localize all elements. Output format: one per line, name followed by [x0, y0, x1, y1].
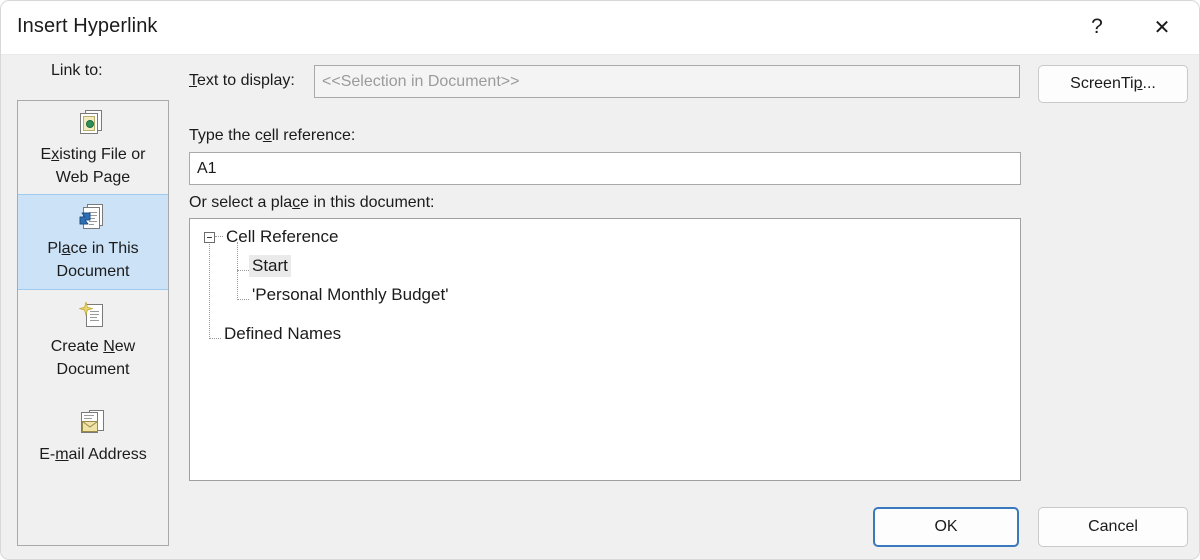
tree-connector-line — [209, 338, 221, 339]
text-to-display-label: Text to display: — [189, 72, 295, 89]
cell-reference-input[interactable] — [189, 152, 1021, 185]
sidebar-item-label: E-mail Address — [39, 446, 147, 463]
tree-connector-line — [209, 242, 210, 339]
sidebar-item-e-mail-address[interactable]: E-mail Address — [18, 401, 168, 475]
link-to-rail: Existing File or Web Page Place in This … — [17, 100, 169, 546]
tree-connector-line — [237, 242, 238, 300]
insert-hyperlink-dialog: Insert Hyperlink ? ✕ Link to: Existing F… — [0, 0, 1200, 560]
close-icon[interactable]: ✕ — [1135, 1, 1189, 53]
cancel-button[interactable]: Cancel — [1038, 507, 1188, 547]
sparkle-icon — [79, 302, 93, 316]
tree-item-cell-reference[interactable]: Cell Reference — [204, 224, 341, 250]
text-to-display-input[interactable] — [314, 65, 1020, 98]
sidebar-item-existing-file-or-web-page[interactable]: Existing File or Web Page — [18, 101, 168, 194]
tree-item-start[interactable]: Start — [249, 253, 291, 279]
cell-reference-label: Type the cell reference: — [189, 127, 356, 144]
tree-item-defined-names[interactable]: Defined Names — [221, 321, 344, 347]
tree-connector-line — [237, 299, 249, 300]
sidebar-item-label: Existing File or Web Page — [40, 146, 146, 186]
link-to-label: Link to: — [51, 62, 103, 79]
place-in-document-treeview[interactable]: Cell Reference Start 'Personal Monthly B… — [189, 218, 1021, 481]
title-bar: Insert Hyperlink ? ✕ — [1, 1, 1199, 55]
create-new-document-icon — [78, 302, 108, 330]
tree-connector-line — [237, 270, 249, 271]
sidebar-item-label: Place in This Document — [47, 240, 139, 280]
tree-item-label: Start — [249, 255, 291, 277]
ok-button[interactable]: OK — [873, 507, 1019, 547]
blue-arrow-icon — [79, 212, 91, 225]
existing-file-web-page-icon — [78, 110, 108, 138]
tree-item-label: Cell Reference — [226, 227, 339, 246]
tree-item-label: Defined Names — [224, 324, 342, 343]
place-in-document-icon — [78, 204, 108, 232]
sidebar-item-place-in-this-document[interactable]: Place in This Document — [18, 194, 168, 290]
ok-button-label: OK — [934, 518, 958, 535]
email-address-icon — [78, 410, 108, 438]
envelope-icon — [82, 421, 98, 428]
collapse-toggle-icon[interactable] — [204, 231, 215, 243]
select-place-label: Or select a place in this document: — [189, 194, 435, 211]
sidebar-item-create-new-document[interactable]: Create New Document — [18, 293, 168, 389]
tree-item-personal-monthly-budget[interactable]: 'Personal Monthly Budget' — [249, 282, 451, 308]
dialog-title: Insert Hyperlink — [17, 15, 158, 37]
help-icon[interactable]: ? — [1070, 1, 1124, 53]
sidebar-item-label: Create New Document — [50, 338, 136, 378]
tree-item-label: 'Personal Monthly Budget' — [252, 285, 449, 304]
screentip-button[interactable]: ScreenTip... — [1038, 65, 1188, 103]
cancel-button-label: Cancel — [1088, 518, 1138, 535]
screentip-button-label: ScreenTip... — [1070, 75, 1156, 92]
